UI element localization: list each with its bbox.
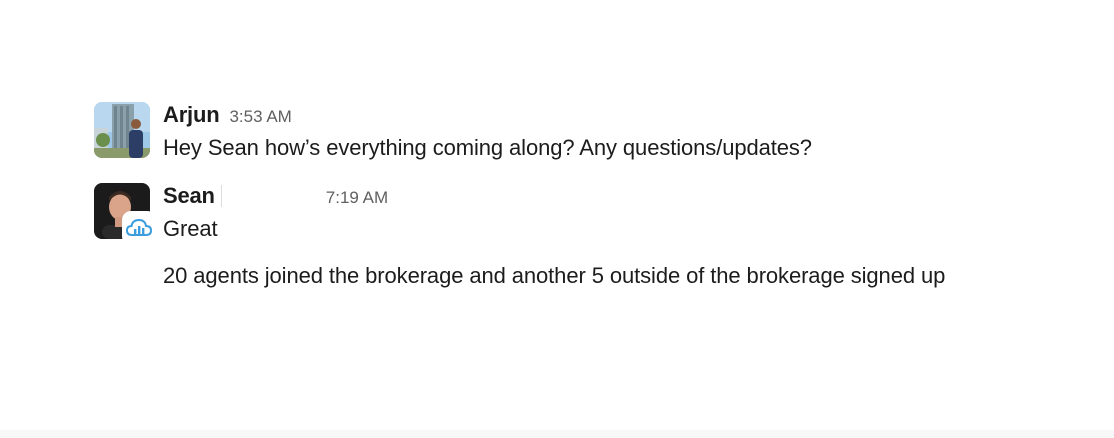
message-header: Arjun 3:53 AM	[163, 102, 292, 128]
message-text: 20 agents joined the brokerage and anoth…	[163, 263, 946, 288]
cloud-chart-app-icon	[126, 218, 152, 236]
app-badge	[124, 213, 154, 243]
author-name[interactable]: Arjun	[163, 102, 220, 127]
message-header: Sean 7:19 AM	[163, 183, 388, 209]
name-divider	[220, 185, 222, 207]
message-text: Hey Sean how’s everything coming along? …	[163, 135, 812, 160]
avatar-arjun[interactable]	[94, 102, 150, 158]
composer-area	[0, 430, 1114, 438]
author-name[interactable]: Sean	[163, 183, 215, 208]
profile-photo-icon	[94, 102, 150, 158]
message-text: Great	[163, 216, 218, 241]
message-timestamp[interactable]: 3:53 AM	[229, 107, 291, 126]
message-timestamp[interactable]: 7:19 AM	[326, 188, 388, 207]
clipped-text-fragment	[163, 298, 563, 304]
